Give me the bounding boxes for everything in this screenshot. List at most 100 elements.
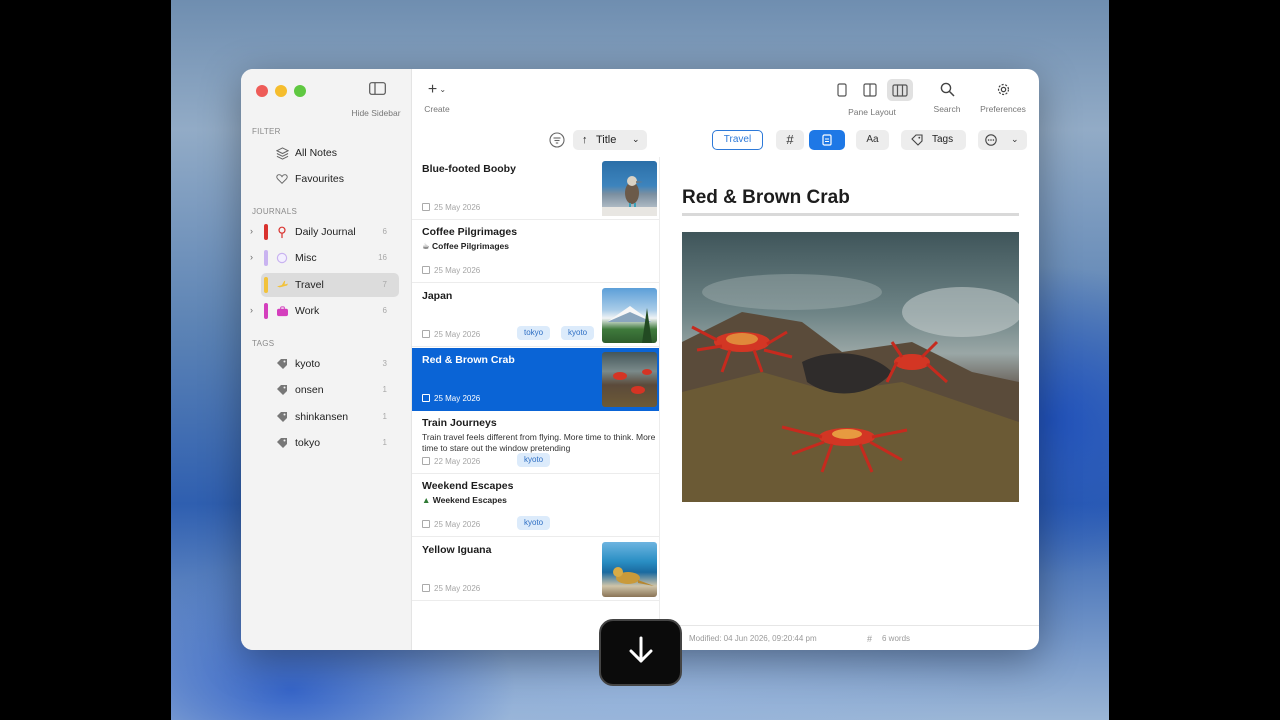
- note-row-train-journeys[interactable]: Train Journeys Train travel feels differ…: [412, 411, 659, 474]
- note-count: 6: [382, 227, 387, 236]
- sidebar-item-favourites[interactable]: Favourites: [261, 167, 399, 191]
- calendar-icon: [422, 457, 430, 465]
- note-subtitle: ▲ Weekend Escapes: [422, 495, 507, 505]
- tag-icon: [275, 357, 289, 371]
- journal-color-bar: [264, 303, 268, 319]
- note-row-blue-footed-booby[interactable]: Blue-footed Booby 25 May 2026: [412, 157, 659, 220]
- tag-icon: [275, 436, 289, 450]
- calendar-icon: [422, 520, 430, 528]
- tag-pill[interactable]: kyoto: [517, 453, 551, 467]
- note-date: 25 May 2026: [422, 266, 480, 275]
- tag-icon: [275, 410, 289, 424]
- note-count: 7: [382, 280, 387, 289]
- tag-count: 1: [382, 385, 387, 394]
- calendar-icon: [422, 266, 430, 274]
- chevron-right-icon[interactable]: ›: [250, 252, 253, 262]
- chevron-right-icon[interactable]: ›: [250, 305, 253, 315]
- note-thumbnail-iguana: [602, 542, 657, 597]
- create-button[interactable]: + ⌄ Create: [419, 82, 455, 115]
- maximize-window-button[interactable]: [294, 85, 306, 97]
- note-date: 25 May 2026: [422, 394, 480, 403]
- tags-heading: TAGS: [252, 339, 275, 348]
- two-pane-icon[interactable]: [863, 83, 877, 102]
- note-date: 25 May 2026: [422, 584, 480, 593]
- word-count: 6 words: [882, 634, 911, 643]
- airplane-icon: [275, 278, 289, 292]
- tag-count: 1: [382, 438, 387, 447]
- close-window-button[interactable]: [256, 85, 268, 97]
- tag-outline-icon: [911, 134, 923, 154]
- note-snippet: Train travel feels different from flying…: [422, 432, 656, 453]
- sidebar-item-work[interactable]: › Work 6: [250, 299, 399, 323]
- chevron-right-icon[interactable]: ›: [250, 226, 253, 236]
- note-title: Train Journeys: [422, 417, 497, 429]
- note-count: 16: [378, 253, 387, 262]
- download-button[interactable]: [599, 619, 682, 686]
- sidebar-item-tag-tokyo[interactable]: tokyo 1: [261, 431, 399, 455]
- tags-label: Tags: [932, 134, 954, 145]
- word-count-hash: #: [867, 634, 873, 644]
- sidebar-item-travel[interactable]: Travel 7: [261, 273, 399, 297]
- note-editor[interactable]: Red & Brown Crab: [659, 157, 1039, 650]
- tag-icon: [275, 383, 289, 397]
- journal-color-bar: [264, 224, 268, 240]
- sidebar-item-daily-journal[interactable]: › Daily Journal 6: [250, 220, 399, 244]
- note-date: 25 May 2026: [422, 330, 480, 339]
- screen: FILTER All Notes Favourites JOURNALS › D…: [0, 0, 1280, 720]
- filter-list-icon[interactable]: [549, 132, 565, 153]
- note-thumbnail-booby: [602, 161, 657, 216]
- note-row-yellow-iguana[interactable]: Yellow Iguana 25 May 2026: [412, 538, 659, 601]
- note-row-coffee-pilgrimages[interactable]: Coffee Pilgrimages ☕ Coffee Pilgrimages …: [412, 220, 659, 283]
- tag-pill[interactable]: kyoto: [517, 516, 551, 530]
- sidebar: FILTER All Notes Favourites JOURNALS › D…: [241, 69, 412, 650]
- tags-button[interactable]: Tags: [901, 130, 966, 150]
- note-view-button[interactable]: [809, 130, 845, 150]
- pane-layout-label: Pane Layout: [848, 107, 896, 117]
- note-heading[interactable]: Red & Brown Crab: [682, 187, 850, 209]
- more-options-button[interactable]: ⌄: [978, 130, 1027, 150]
- note-thumbnail-crab: [602, 352, 657, 407]
- circle-icon: [275, 251, 289, 265]
- preferences-button[interactable]: Preferences: [975, 82, 1031, 114]
- sidebar-toggle-icon: [368, 82, 386, 100]
- sidebar-item-label: Daily Journal: [295, 226, 356, 238]
- sidebar-item-label: Work: [295, 305, 320, 317]
- note-subtitle: ☕ Coffee Pilgrimages: [422, 241, 509, 251]
- sidebar-item-tag-kyoto[interactable]: kyoto 3: [261, 352, 399, 376]
- tag-count: 3: [382, 359, 387, 368]
- sidebar-item-label: All Notes: [295, 147, 338, 159]
- tree-icon: ▲: [422, 495, 433, 505]
- layers-icon: [275, 146, 289, 160]
- sidebar-item-tag-onsen[interactable]: onsen 1: [261, 378, 399, 402]
- arrow-down-icon: [628, 635, 654, 670]
- search-icon: [927, 82, 967, 98]
- hide-sidebar-button[interactable]: Hide Sidebar: [347, 82, 407, 118]
- search-button[interactable]: Search: [927, 82, 967, 114]
- sidebar-item-tag-shinkansen[interactable]: shinkansen 1: [261, 405, 399, 429]
- single-pane-icon[interactable]: [837, 83, 847, 102]
- create-label: Create: [424, 104, 450, 114]
- ellipsis-circle-icon: [985, 134, 997, 154]
- minimize-window-button[interactable]: [275, 85, 287, 97]
- note-row-weekend-escapes[interactable]: Weekend Escapes ▲ Weekend Escapes 25 May…: [412, 474, 659, 537]
- journal-tag-button[interactable]: Travel: [712, 130, 763, 150]
- heading-underline: [682, 213, 1019, 216]
- hash-button[interactable]: #: [776, 130, 804, 150]
- sort-label: Title: [596, 134, 617, 146]
- briefcase-icon: [275, 304, 289, 318]
- chevron-down-icon: ⌄: [632, 134, 640, 144]
- sort-button[interactable]: ↑ Title ⌄: [573, 130, 647, 150]
- tag-pill[interactable]: kyoto: [561, 326, 595, 340]
- tag-pill[interactable]: tokyo: [517, 326, 551, 340]
- pin-icon: [275, 225, 289, 239]
- three-pane-icon[interactable]: [887, 79, 913, 101]
- note-date: 25 May 2026: [422, 520, 480, 529]
- coffee-cup-icon: ☕: [422, 241, 432, 251]
- sidebar-item-misc[interactable]: › Misc 16: [250, 246, 399, 270]
- font-button[interactable]: Aa: [856, 130, 889, 150]
- hide-sidebar-label: Hide Sidebar: [351, 108, 401, 118]
- sidebar-item-all-notes[interactable]: All Notes: [261, 141, 399, 165]
- editor-footer: Modified: 04 Jun 2026, 09:20:44 pm # 6 w…: [659, 625, 1039, 650]
- note-row-red-brown-crab[interactable]: Red & Brown Crab 25 May 2026: [412, 348, 659, 411]
- note-row-japan[interactable]: Japan 25 May 2026 tokyo kyoto: [412, 284, 659, 347]
